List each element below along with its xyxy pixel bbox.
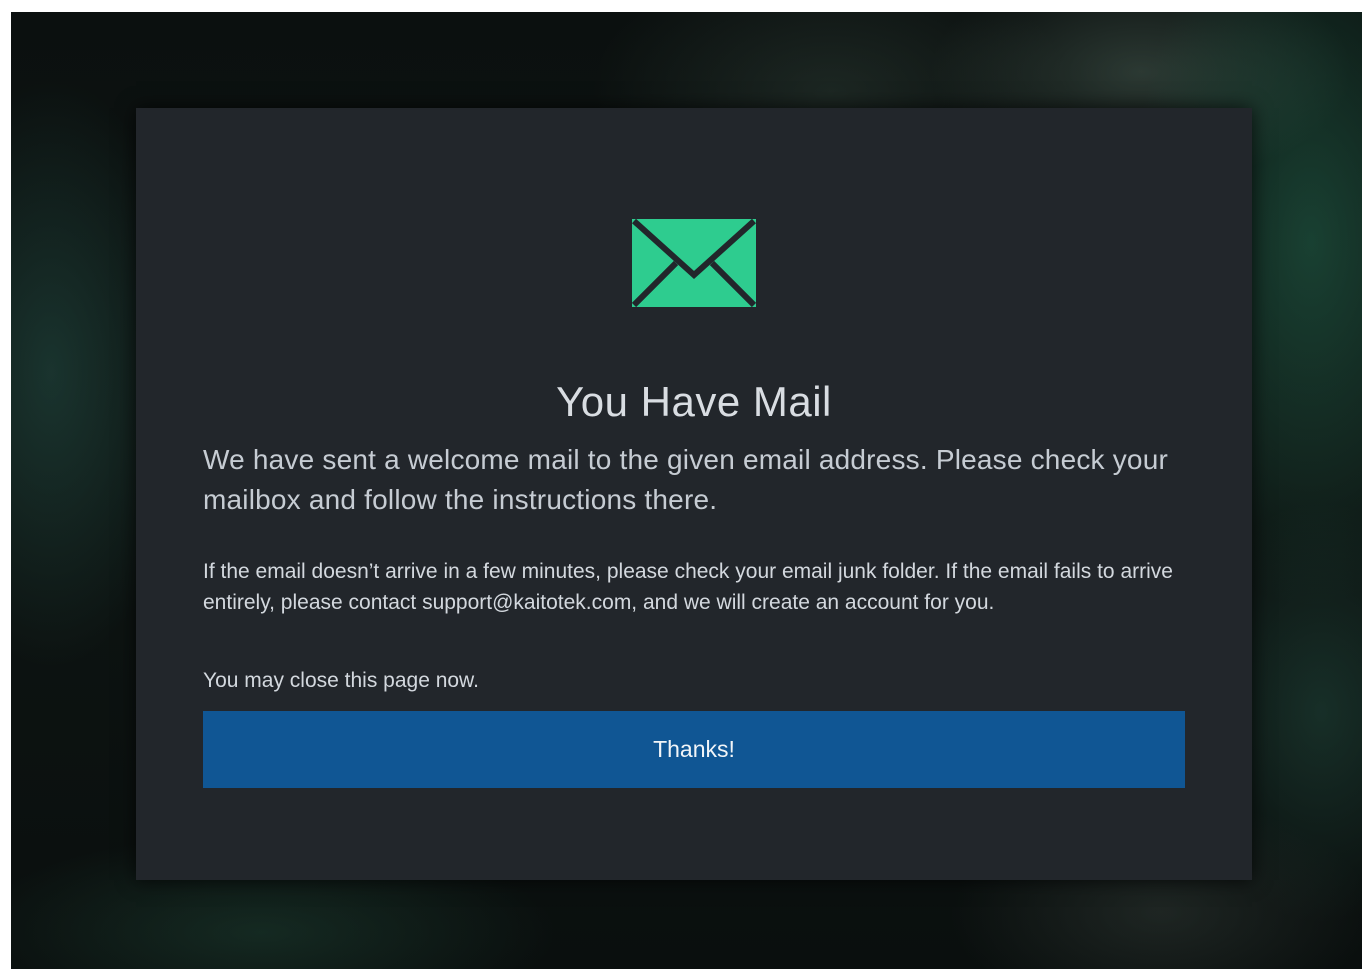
dialog-title: You Have Mail xyxy=(556,378,832,425)
junk-folder-notice: If the email doesn’t arrive in a few min… xyxy=(203,560,1173,614)
close-page-note: You may close this page now. xyxy=(203,669,479,692)
confirmation-card: You Have Mail We have sent a welcome mai… xyxy=(136,108,1252,880)
welcome-message: We have sent a welcome mail to the given… xyxy=(203,444,1169,515)
page-background: You Have Mail We have sent a welcome mai… xyxy=(11,12,1362,969)
envelope-icon xyxy=(632,219,756,307)
thanks-button[interactable]: Thanks! xyxy=(203,711,1185,788)
